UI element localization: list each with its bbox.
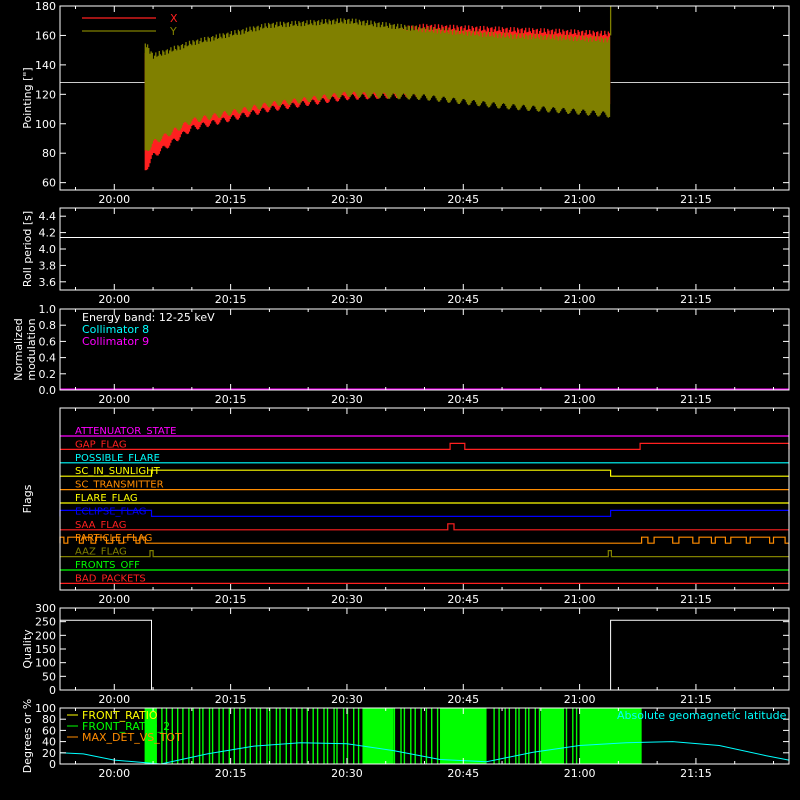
y-tick-label: 80 (42, 147, 56, 160)
x-tick-label: 21:00 (564, 593, 596, 606)
x-tick-label: 21:15 (680, 693, 712, 706)
y-tick-label: 300 (35, 602, 56, 615)
x-tick-label: 20:30 (331, 593, 363, 606)
front-ratio-block (440, 708, 487, 764)
flag-label-flare-flag: FLARE_FLAG (75, 493, 138, 504)
x-tick-label: 20:45 (447, 693, 479, 706)
flag-label-possible-flare: POSSIBLE_FLARE (75, 453, 160, 464)
flag-label-sc-transmitter: SC_TRANSMITTER (75, 480, 164, 491)
y-tick-label: 120 (35, 88, 56, 101)
y-tick-label: 200 (35, 629, 56, 642)
y-tick-label: 150 (35, 643, 56, 656)
x-tick-label: 20:45 (447, 767, 479, 780)
y-tick-label: 20 (42, 747, 56, 760)
y-tick-label: 180 (35, 0, 56, 13)
x-tick-label: 21:15 (680, 393, 712, 406)
y-axis-label: Roll period [s] (21, 211, 34, 287)
x-tick-label: 20:15 (215, 767, 247, 780)
flag-label-attenuator-state: ATTENUATOR_STATE (75, 426, 176, 437)
x-tick-label: 21:00 (564, 293, 596, 306)
y-tick-label: 0 (49, 684, 56, 697)
flag-label-gap-flag: GAP_FLAG (75, 439, 127, 450)
x-tick-label: 20:00 (98, 293, 130, 306)
x-tick-label: 20:00 (98, 593, 130, 606)
y-tick-label: 40 (42, 736, 56, 749)
flag-label-eclipse-flag: ECLIPSE_FLAG (75, 506, 146, 517)
y-tick-label: 80 (42, 713, 56, 726)
x-tick-label: 21:15 (680, 593, 712, 606)
legend-label-x: X (170, 12, 178, 25)
legend-label: MAX_DET_VS_TOT (82, 731, 182, 744)
annotation-label: Collimator 9 (82, 335, 149, 348)
y-axis-label: modulation (25, 318, 38, 380)
x-tick-label: 20:15 (215, 593, 247, 606)
y-tick-label: 0.8 (39, 319, 57, 332)
x-tick-label: 21:15 (680, 767, 712, 780)
x-tick-label: 20:30 (331, 693, 363, 706)
flag-label-saa-flag: SAA_FLAG (75, 520, 126, 531)
y-axis-label: Normalized (12, 318, 25, 380)
x-tick-label: 20:45 (447, 293, 479, 306)
x-tick-label: 20:15 (215, 693, 247, 706)
x-tick-label: 20:15 (215, 193, 247, 206)
y-tick-label: 100 (35, 118, 56, 131)
flag-label-bad-packets: BAD_PACKETS (75, 573, 146, 584)
y-tick-label: 140 (35, 59, 56, 72)
y-tick-label: 0.2 (39, 368, 57, 381)
x-tick-label: 20:45 (447, 393, 479, 406)
y-tick-label: 0.6 (39, 335, 57, 348)
y-tick-label: 0 (49, 758, 56, 771)
y-tick-label: 1.0 (39, 303, 57, 316)
x-tick-label: 21:00 (564, 767, 596, 780)
y-tick-label: 0.4 (39, 352, 57, 365)
x-tick-label: 20:00 (98, 767, 130, 780)
y-tick-label: 100 (35, 657, 56, 670)
x-tick-label: 21:15 (680, 293, 712, 306)
legend-label-y: Y (169, 25, 177, 38)
x-tick-label: 21:00 (564, 393, 596, 406)
y-tick-label: 4.4 (39, 210, 57, 223)
y-tick-label: 3.6 (39, 276, 57, 289)
x-tick-label: 20:00 (98, 693, 130, 706)
y-axis-label: Pointing ["] (21, 67, 34, 128)
y-tick-label: 250 (35, 616, 56, 629)
y-axis-label: Quality (21, 629, 34, 669)
y-tick-label: 160 (35, 29, 56, 42)
y-axis-label: Flags (21, 484, 34, 513)
x-tick-label: 20:15 (215, 293, 247, 306)
x-tick-label: 20:45 (447, 593, 479, 606)
x-tick-label: 20:30 (331, 193, 363, 206)
x-tick-label: 20:30 (331, 393, 363, 406)
y-tick-label: 4.0 (39, 243, 57, 256)
flag-label-sc-in-sunlight: SC_IN_SUNLIGHT (75, 466, 161, 477)
latitude-label: Absolute geomagnetic latitude (617, 709, 787, 722)
x-tick-label: 20:00 (98, 193, 130, 206)
y-tick-label: 4.2 (39, 227, 57, 240)
front-ratio-block (362, 708, 394, 764)
x-tick-label: 20:15 (215, 393, 247, 406)
x-tick-label: 21:00 (564, 193, 596, 206)
y-tick-label: 0.0 (39, 384, 57, 397)
x-tick-label: 20:00 (98, 393, 130, 406)
x-tick-label: 21:15 (680, 193, 712, 206)
flag-label-aaz-flag: AAZ_FLAG (75, 547, 127, 558)
x-tick-label: 20:45 (447, 193, 479, 206)
front-ratio-block (540, 708, 565, 764)
diagnostics-figure: 20:00 20:15 20:30 20:45 21:00 21:156080100120… (0, 0, 800, 800)
y-tick-label: 100 (35, 702, 56, 715)
y-tick-label: 50 (42, 670, 56, 683)
flag-label-particle-flag: PARTICLE_FLAG (75, 533, 152, 544)
x-tick-label: 20:30 (331, 293, 363, 306)
x-tick-label: 21:00 (564, 693, 596, 706)
y-tick-label: 60 (42, 177, 56, 190)
y-axis-label: Degrees or % (21, 699, 34, 773)
y-tick-label: 3.8 (39, 259, 57, 272)
x-tick-label: 20:30 (331, 767, 363, 780)
y-tick-label: 60 (42, 724, 56, 737)
flag-label-fronts-off: FRONTS_OFF (75, 560, 140, 571)
